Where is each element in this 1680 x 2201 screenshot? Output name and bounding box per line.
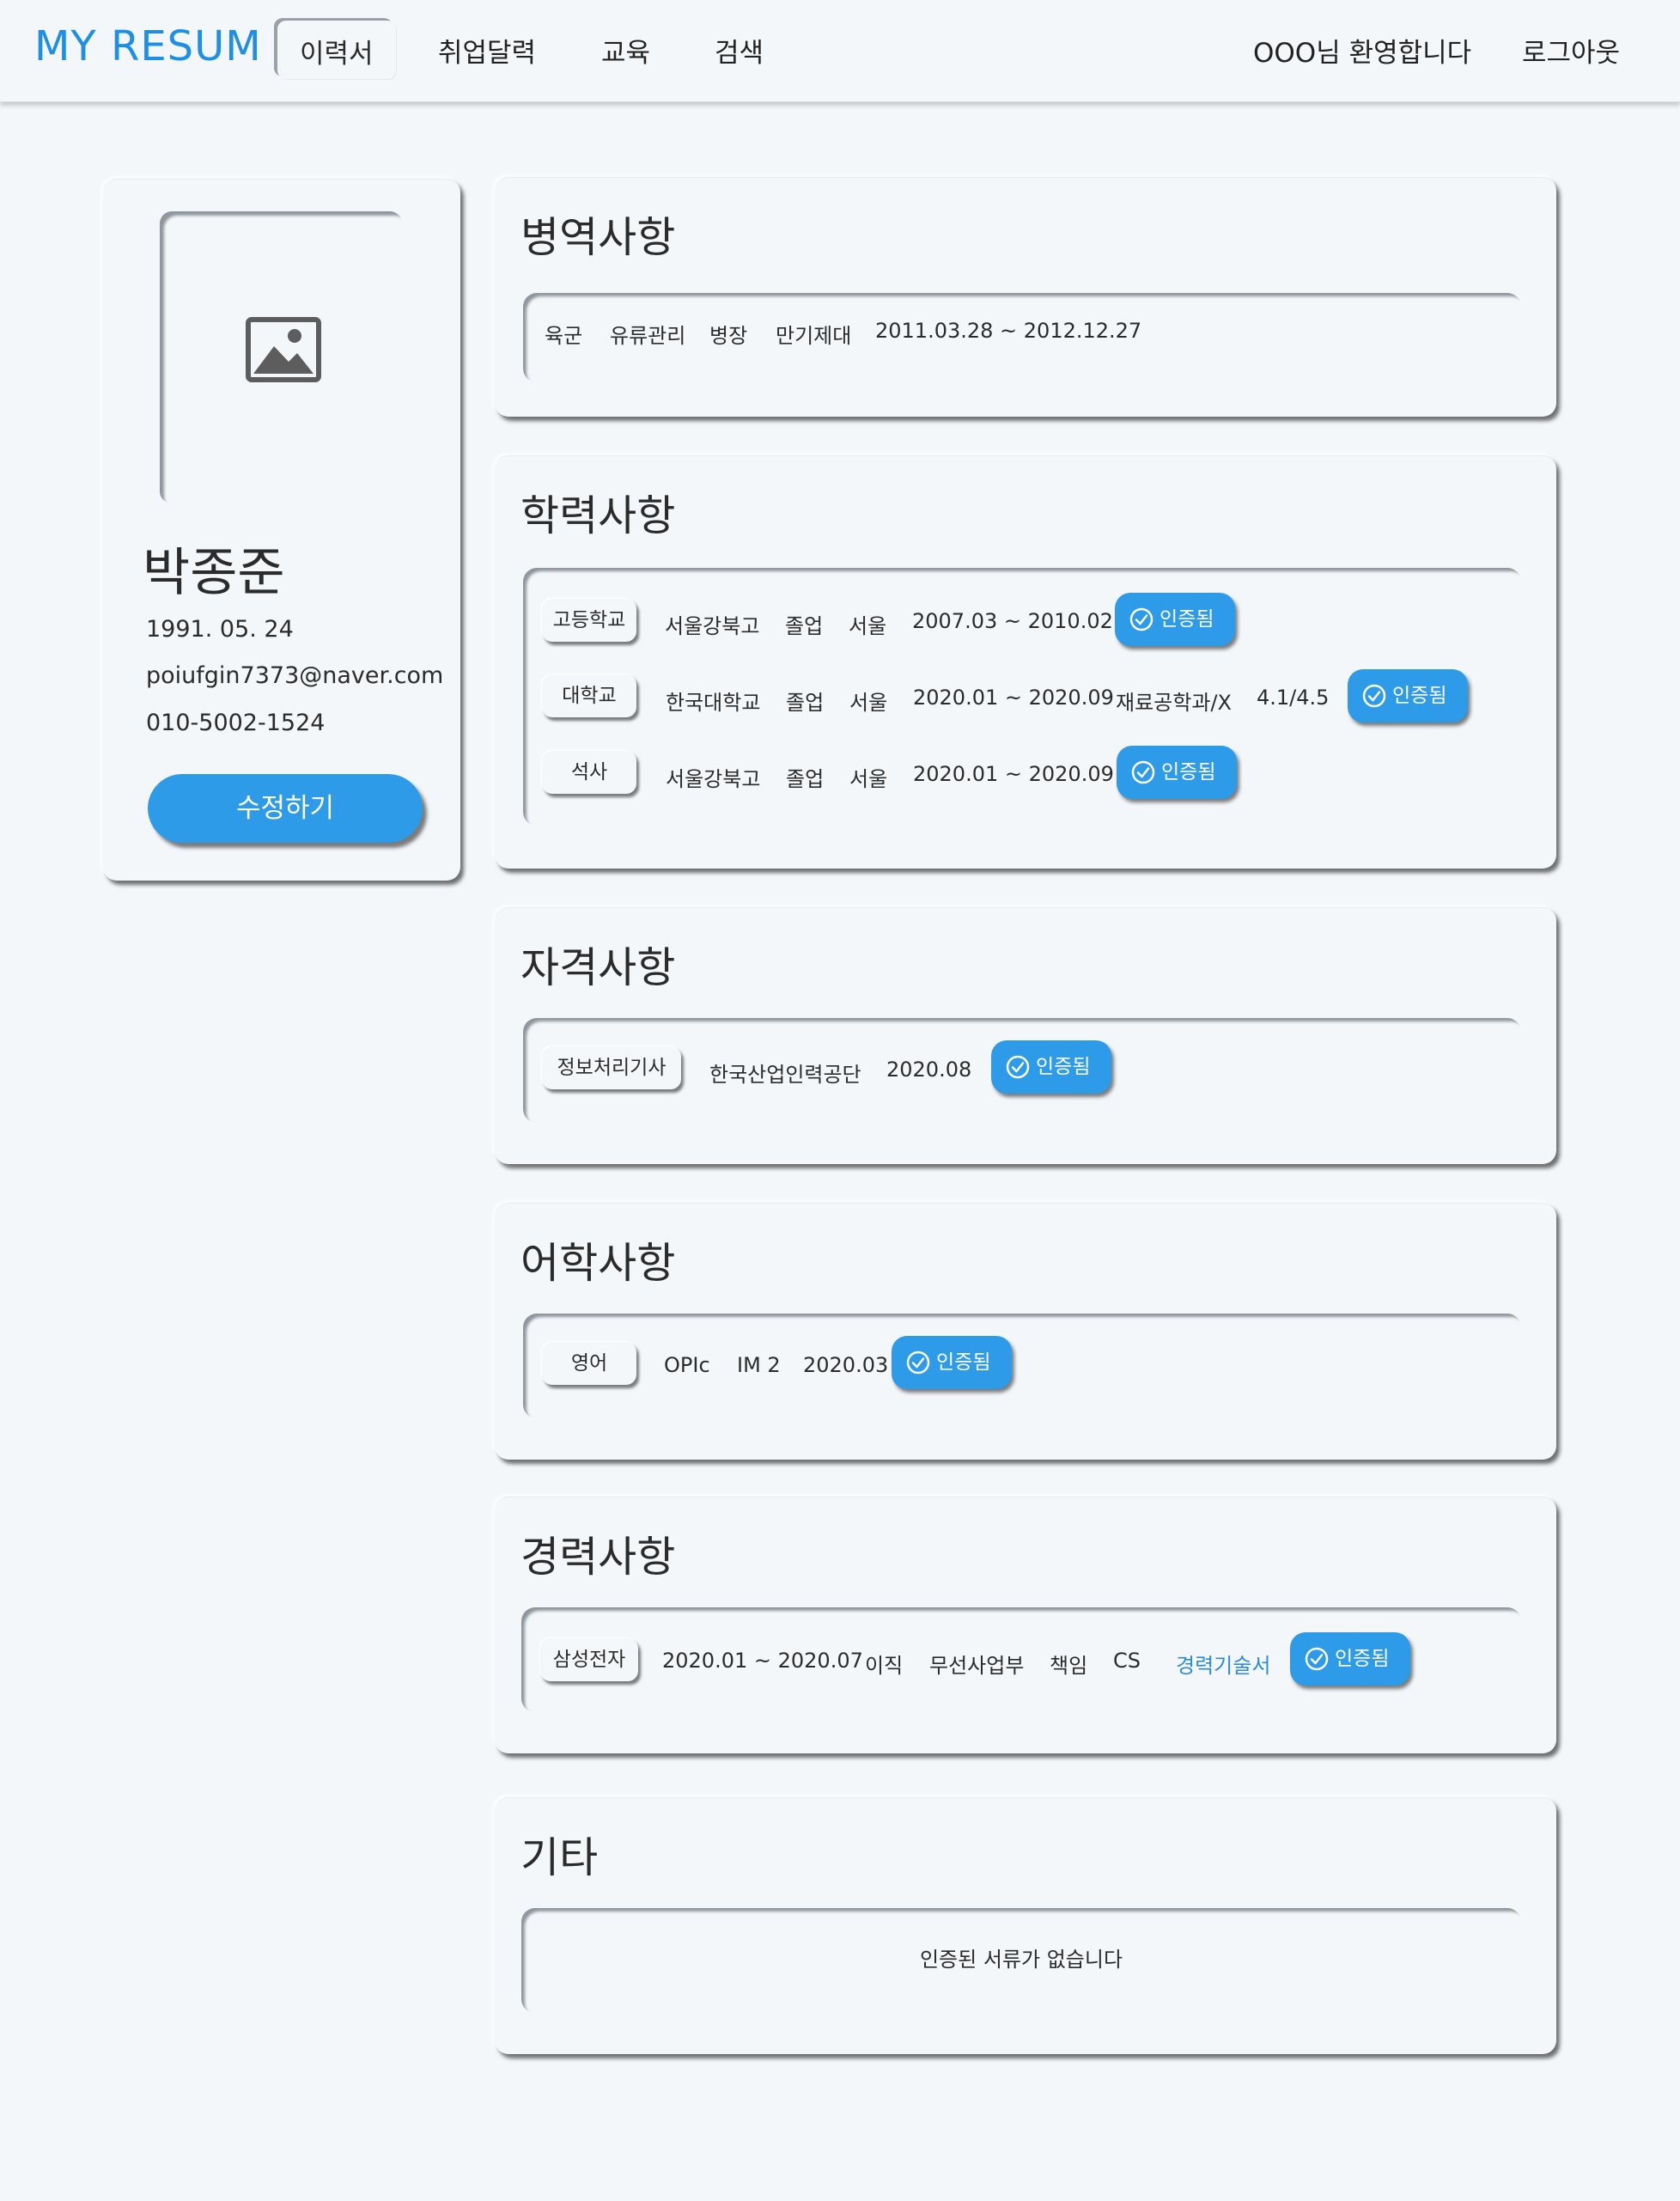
logout-button[interactable]: 로그아웃 <box>1522 31 1620 70</box>
section-title: 병역사항 <box>520 213 676 262</box>
language-date: 2020.03 <box>803 1353 889 1377</box>
education-status: 졸업 <box>786 767 825 791</box>
tab-resume[interactable]: 이력서 <box>277 21 396 79</box>
verified-badge[interactable]: 인증됨 <box>991 1040 1111 1094</box>
verified-badge[interactable]: 인증됨 <box>1290 1632 1410 1686</box>
education-region: 서울 <box>849 614 887 638</box>
verified-badge-label: 인증됨 <box>1161 761 1216 783</box>
education-school: 한국대학교 <box>666 691 761 715</box>
check-circle-icon <box>906 1350 930 1375</box>
section-title: 학력사항 <box>520 491 676 540</box>
tab-search[interactable]: 검색 <box>715 31 764 70</box>
education-period: 2020.01 ~ 2020.09 <box>913 762 1114 786</box>
military-discharge: 만기제대 <box>776 324 852 348</box>
career-status: 이직 <box>865 1654 904 1678</box>
verified-badge[interactable]: 인증됨 <box>1348 669 1468 722</box>
language-chip: 영어 <box>542 1342 636 1385</box>
section-title: 어학사항 <box>520 1239 676 1288</box>
empty-message: 인증된 서류가 없습니다 <box>919 1948 1123 1972</box>
profile-phone: 010-5002-1524 <box>146 710 326 736</box>
career-department: 무선사업부 <box>929 1654 1025 1678</box>
verified-badge[interactable]: 인증됨 <box>1117 746 1237 799</box>
career-role: CS <box>1113 1649 1141 1673</box>
image-icon <box>246 317 321 382</box>
certificate-record-box: 정보처리기사 한국산업인력공단 2020.08 인증됨 <box>523 1018 1521 1123</box>
section-title: 자격사항 <box>520 943 676 992</box>
section-title: 경력사항 <box>520 1533 676 1582</box>
language-section: 어학사항 영어 OPIc IM 2 2020.03 인증됨 <box>495 1203 1556 1460</box>
section-title: 기타 <box>520 1833 599 1882</box>
language-score: IM 2 <box>737 1353 781 1377</box>
education-type-chip: 대학교 <box>542 674 636 717</box>
tab-resume-label: 이력서 <box>300 39 374 70</box>
etc-section: 기타 인증된 서류가 없습니다 <box>495 1797 1556 2054</box>
check-circle-icon <box>1131 760 1155 784</box>
career-section: 경력사항 삼성전자 2020.01 ~ 2020.07 이직 무선사업부 책임 … <box>495 1497 1556 1753</box>
military-section: 병역사항 육군 유류관리 병장 만기제대 2011.03.28 ~ 2012.1… <box>495 177 1556 417</box>
military-period: 2011.03.28 ~ 2012.12.27 <box>875 319 1142 343</box>
career-record-box: 삼성전자 2020.01 ~ 2020.07 이직 무선사업부 책임 CS 경력… <box>521 1607 1521 1712</box>
top-navigation-bar: MY RESUM 이력서 취업달력 교육 검색 OOO님 환영합니다 로그아웃 <box>0 0 1680 102</box>
certificate-date: 2020.08 <box>886 1058 972 1082</box>
check-circle-icon <box>1006 1055 1030 1079</box>
language-test: OPIc <box>664 1353 710 1377</box>
profile-birthdate: 1991. 05. 24 <box>146 616 294 643</box>
app-logo[interactable]: MY RESUM <box>34 22 262 70</box>
certificate-section: 자격사항 정보처리기사 한국산업인력공단 2020.08 인증됨 <box>495 907 1556 1164</box>
education-gpa: 4.1/4.5 <box>1257 686 1330 710</box>
check-circle-icon <box>1305 1647 1329 1671</box>
education-type-chip: 석사 <box>542 751 636 794</box>
check-circle-icon <box>1362 684 1386 708</box>
verified-badge[interactable]: 인증됨 <box>1115 593 1235 646</box>
career-position: 책임 <box>1050 1654 1088 1678</box>
career-description-link[interactable]: 경력기술서 <box>1176 1649 1270 1679</box>
profile-email: poiufgin7373@naver.com <box>146 662 444 689</box>
education-period: 2007.03 ~ 2010.02 <box>912 609 1113 633</box>
verified-badge-label: 인증됨 <box>936 1351 991 1374</box>
edit-profile-button[interactable]: 수정하기 <box>148 774 423 843</box>
military-rank: 병장 <box>709 324 748 348</box>
education-period: 2020.01 ~ 2020.09 <box>913 686 1114 710</box>
military-specialty: 유류관리 <box>610 324 686 348</box>
education-type-chip: 고등학교 <box>542 599 636 642</box>
education-region: 서울 <box>849 767 888 791</box>
tab-education[interactable]: 교육 <box>601 31 650 70</box>
military-record-box: 육군 유류관리 병장 만기제대 2011.03.28 ~ 2012.12.27 <box>523 293 1521 382</box>
military-branch: 육군 <box>545 324 583 348</box>
welcome-message: OOO님 환영합니다 <box>1253 38 1472 69</box>
verified-badge[interactable]: 인증됨 <box>892 1336 1012 1389</box>
education-record-box: 고등학교 서울강북고 졸업 서울 2007.03 ~ 2010.02 인증됨 대… <box>523 568 1521 826</box>
education-status: 졸업 <box>786 691 825 715</box>
education-school: 서울강북고 <box>665 614 760 638</box>
profile-name: 박종준 <box>143 543 285 603</box>
education-status: 졸업 <box>785 614 824 638</box>
certificate-issuer: 한국산업인력공단 <box>709 1063 861 1087</box>
career-company-chip: 삼성전자 <box>540 1638 638 1681</box>
education-school: 서울강북고 <box>666 767 761 791</box>
certificate-name-chip: 정보처리기사 <box>542 1046 681 1089</box>
education-region: 서울 <box>849 691 888 715</box>
verified-badge-label: 인증됨 <box>1392 685 1447 707</box>
profile-photo[interactable] <box>160 211 402 503</box>
check-circle-icon <box>1129 607 1153 631</box>
etc-record-box: 인증된 서류가 없습니다 <box>521 1908 1521 2013</box>
language-record-box: 영어 OPIc IM 2 2020.03 인증됨 <box>523 1314 1521 1418</box>
tab-job-calendar[interactable]: 취업달력 <box>438 31 536 70</box>
verified-badge-label: 인증됨 <box>1160 608 1214 631</box>
education-major: 재료공학과/X <box>1116 691 1232 715</box>
education-section: 학력사항 고등학교 서울강북고 졸업 서울 2007.03 ~ 2010.02 … <box>495 455 1556 869</box>
career-period: 2020.01 ~ 2020.07 <box>662 1649 863 1673</box>
verified-badge-label: 인증됨 <box>1036 1056 1091 1078</box>
verified-badge-label: 인증됨 <box>1335 1648 1390 1670</box>
